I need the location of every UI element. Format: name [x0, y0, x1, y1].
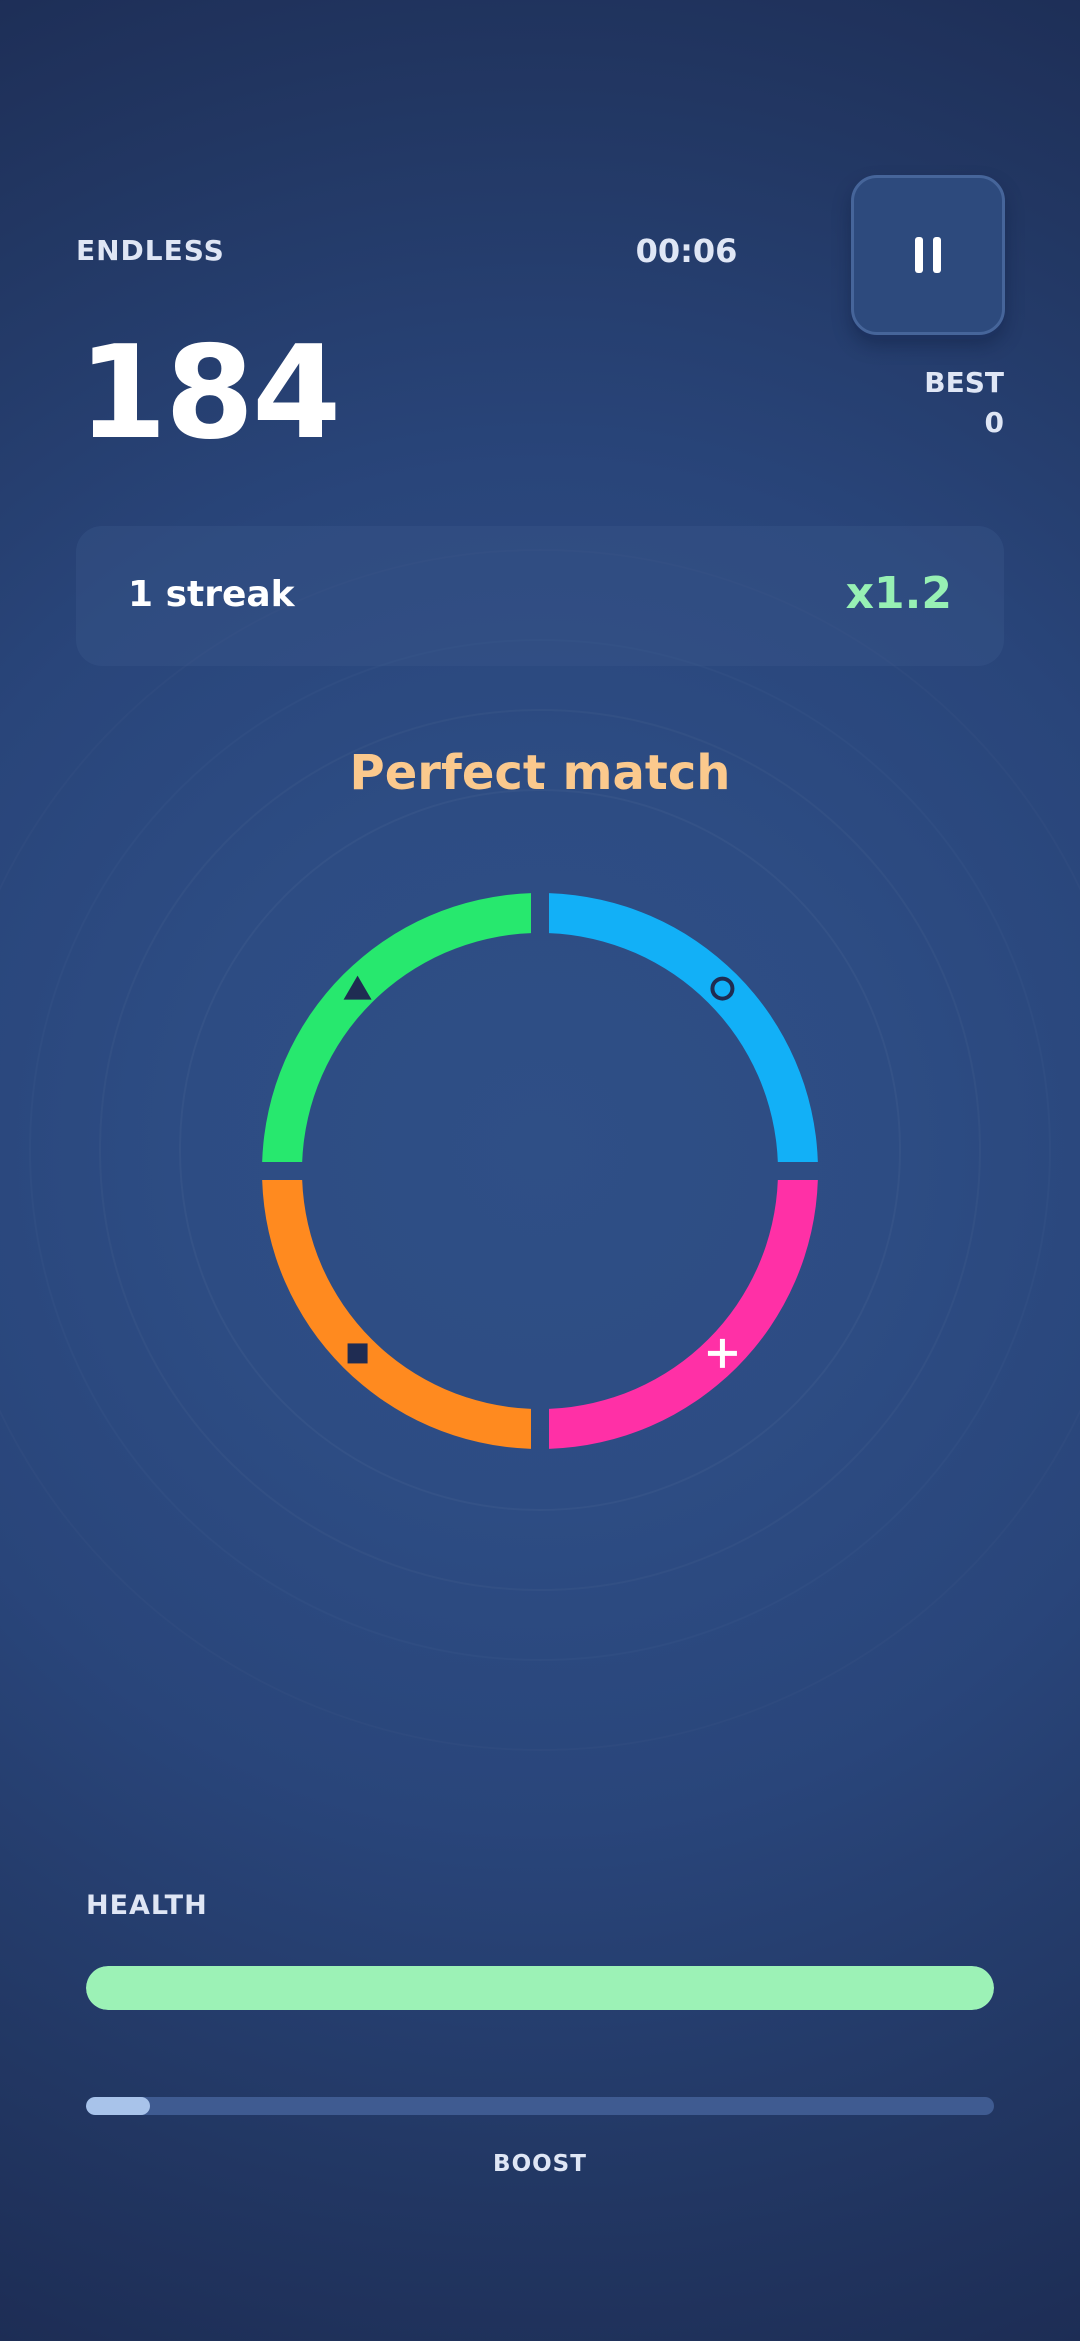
- health-label: HEALTH: [86, 1890, 208, 1921]
- wheel-segment-bottom-left[interactable]: [262, 1179, 532, 1449]
- wheel-segment-bottom-right[interactable]: [548, 1179, 818, 1449]
- wheel-segment-top-left[interactable]: [262, 893, 532, 1163]
- health-bar-fill: [86, 1966, 994, 2010]
- boost-bar-fill: [86, 2097, 150, 2115]
- boost-bar: [86, 2097, 994, 2115]
- health-bar: [86, 1966, 994, 2010]
- boost-label: BOOST: [493, 2151, 587, 2177]
- square-icon: [347, 1343, 368, 1364]
- wheel-segment-top-right[interactable]: [548, 893, 818, 1163]
